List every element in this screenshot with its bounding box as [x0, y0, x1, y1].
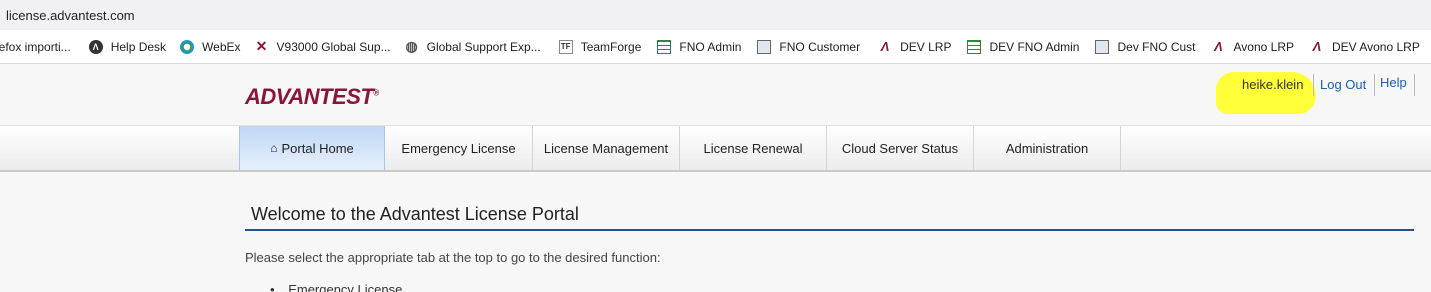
- image-icon: [1095, 39, 1110, 54]
- main-nav: ⌂ Portal Home Emergency License License …: [0, 126, 1431, 172]
- tab-cloud-server-status[interactable]: Cloud Server Status: [827, 126, 974, 170]
- tab-emergency-license[interactable]: Emergency License: [385, 126, 533, 170]
- advantest-a-icon: Λ: [880, 39, 890, 54]
- bookmark-dev-lrp[interactable]: Λ DEV LRP: [878, 30, 967, 63]
- header-divider: [1414, 74, 1415, 96]
- tab-license-renewal[interactable]: License Renewal: [680, 126, 827, 170]
- bookmark-webex[interactable]: WebEx: [180, 30, 254, 63]
- tab-administration[interactable]: Administration: [974, 126, 1121, 170]
- header-divider: [1313, 74, 1314, 96]
- title-divider: [245, 229, 1414, 231]
- bookmark-teamforge[interactable]: TF TeamForge: [558, 30, 658, 63]
- header-divider: [1374, 74, 1375, 96]
- bookmark-fno-customer[interactable]: FNO Customer: [757, 30, 878, 63]
- main-content: Welcome to the Advantest License Portal …: [0, 172, 1431, 292]
- url-text[interactable]: license.advantest.com: [6, 8, 135, 23]
- tab-portal-home[interactable]: ⌂ Portal Home: [239, 126, 385, 170]
- advantest-a-icon: Λ: [1312, 39, 1322, 54]
- list-item: Emergency License: [270, 282, 402, 292]
- globe-icon: ◍: [405, 38, 418, 54]
- bookmark-dev-fno-cust[interactable]: Dev FNO Cust: [1095, 30, 1211, 63]
- site-header: ADVANTEST® heike.klein Log Out Help: [0, 64, 1431, 126]
- username: heike.klein: [1242, 77, 1304, 92]
- grid-icon: [967, 39, 982, 54]
- bookmark-firefox-import[interactable]: irefox importi...: [0, 30, 89, 63]
- bookmarks-bar: irefox importi... Λ Help Desk WebEx ✕ V9…: [0, 30, 1431, 64]
- bookmark-dev-fno-admin[interactable]: DEV FNO Admin: [967, 30, 1095, 63]
- tab-license-management[interactable]: License Management: [533, 126, 680, 170]
- image-icon: [757, 39, 772, 54]
- advantest-a-icon: Λ: [1214, 39, 1223, 54]
- logout-link[interactable]: Log Out: [1320, 77, 1366, 92]
- grid-icon: [657, 39, 672, 54]
- help-link[interactable]: Help: [1380, 75, 1407, 90]
- bookmark-dev-avono-lrp[interactable]: Λ DEV Avono LRP: [1310, 30, 1430, 63]
- bookmark-avono-lrp[interactable]: Λ Avono LRP: [1212, 30, 1311, 63]
- help-desk-icon: Λ: [88, 39, 103, 54]
- registered-mark: ®: [373, 88, 379, 98]
- bookmark-v93000[interactable]: ✕ V93000 Global Sup...: [255, 30, 405, 63]
- bookmark-fno-admin[interactable]: FNO Admin: [657, 30, 757, 63]
- bookmark-help-desk[interactable]: Λ Help Desk: [88, 30, 180, 63]
- page-title: Welcome to the Advantest License Portal: [251, 204, 579, 224]
- intro-text: Please select the appropriate tab at the…: [245, 250, 661, 265]
- v93000-icon: ✕: [255, 38, 268, 54]
- webex-icon: [180, 39, 195, 54]
- advantest-logo[interactable]: ADVANTEST®: [245, 84, 379, 110]
- teamforge-icon: TF: [558, 39, 573, 54]
- home-icon: ⌂: [270, 141, 278, 155]
- address-bar[interactable]: license.advantest.com: [0, 0, 1431, 30]
- bookmark-global-support[interactable]: ◍ Global Support Exp...: [405, 30, 559, 63]
